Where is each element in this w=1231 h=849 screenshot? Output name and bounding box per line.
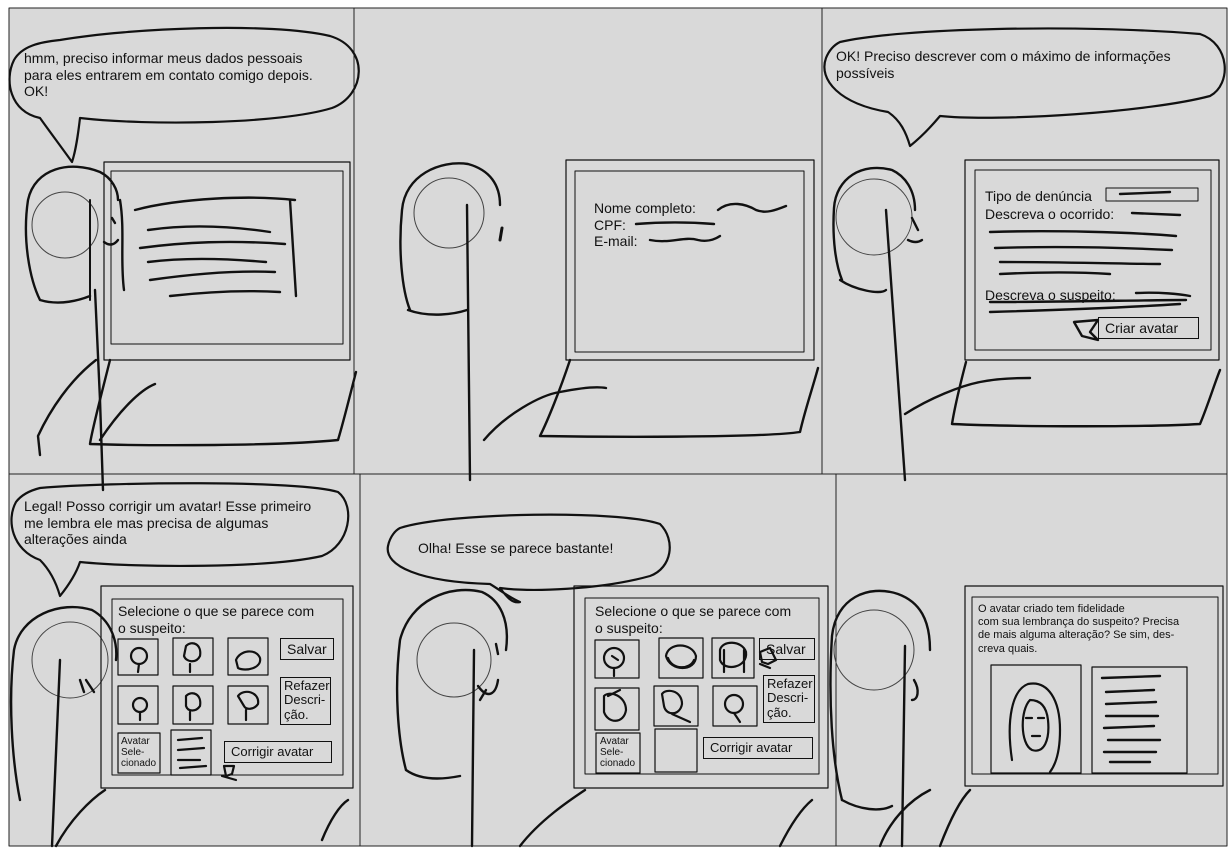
question-line: de mais alguma alteração? Se sim, des- <box>978 629 1175 642</box>
select-suspect-title-5: Selecione o que se parece com o suspeito… <box>595 603 791 636</box>
speech-line: me lembra ele mas precisa de algumas <box>24 514 269 531</box>
label-line: Sele- <box>600 747 624 758</box>
question-line: creva quais. <box>978 642 1038 655</box>
comic-strip <box>8 7 1228 848</box>
label-line: cionado <box>121 758 157 769</box>
fix-avatar-button-4[interactable]: Corrigir avatar <box>224 741 332 763</box>
speech-line: possíveis <box>836 64 895 81</box>
label-line: Avatar <box>600 736 629 747</box>
question-line: O avatar criado tem fidelidade <box>978 603 1125 615</box>
speech-text-1: hmm, preciso informar meus dados pessoai… <box>24 50 313 100</box>
speech-line: OK! Preciso descrever com o máximo de in… <box>836 48 1171 64</box>
report-type-label: Tipo de denúncia <box>985 188 1092 204</box>
redo-description-button-4[interactable]: Refazer Descri- ção. <box>280 677 331 725</box>
speech-line: OK! <box>24 83 49 100</box>
email-label: E-mail: <box>594 233 638 250</box>
button-line: Descri- <box>284 692 326 708</box>
redo-description-button-5[interactable]: Refazer Descri- ção. <box>763 675 815 723</box>
button-line: Refazer <box>767 676 813 691</box>
selected-avatar-label-4: Avatar Sele- cionado <box>121 736 156 769</box>
speech-text-5: Olha! Esse se parece bastante! <box>418 540 614 556</box>
name-label: Nome completo: <box>594 200 696 216</box>
button-line: Descri- <box>767 690 809 706</box>
selected-avatar-label-5: Avatar Sele- cionado <box>600 736 635 769</box>
create-avatar-button[interactable]: Criar avatar <box>1098 317 1199 339</box>
title-line: Selecione o que se parece com <box>118 603 315 619</box>
save-button-5[interactable]: Salvar <box>759 638 815 660</box>
speech-line: alterações ainda <box>24 531 127 548</box>
personal-data-form: Nome completo: CPF: E-mail: <box>594 200 696 250</box>
label-line: Sele- <box>121 747 145 758</box>
title-line: Selecione o que se parece com <box>595 603 792 619</box>
button-line: ção. <box>284 706 309 722</box>
title-line: o suspeito: <box>595 619 663 636</box>
fix-avatar-button-5[interactable]: Corrigir avatar <box>703 737 813 759</box>
fidelity-question: O avatar criado tem fidelidade com sua l… <box>978 603 1179 656</box>
speech-line: para eles entrarem em contato comigo dep… <box>24 66 313 83</box>
label-line: Avatar <box>121 736 150 747</box>
title-line: o suspeito: <box>118 619 186 636</box>
speech-text-4: Legal! Posso corrigir um avatar! Esse pr… <box>24 498 311 548</box>
button-line: Refazer <box>284 678 330 693</box>
speech-line: Legal! Posso corrigir um avatar! Esse pr… <box>24 498 312 514</box>
question-line: com sua lembrança do suspeito? Precisa <box>978 616 1180 629</box>
select-suspect-title-4: Selecione o que se parece com o suspeito… <box>118 603 314 636</box>
suspect-label: Descreva o suspeito: <box>985 287 1116 303</box>
save-button-4[interactable]: Salvar <box>280 638 334 660</box>
button-line: ção. <box>767 704 792 720</box>
speech-line: hmm, preciso informar meus dados pessoai… <box>24 50 303 66</box>
label-line: cionado <box>600 758 636 769</box>
cpf-label: CPF: <box>594 216 626 233</box>
occurrence-label: Descreva o ocorrido: <box>985 206 1115 222</box>
speech-text-3: OK! Preciso descrever com o máximo de in… <box>836 48 1171 81</box>
